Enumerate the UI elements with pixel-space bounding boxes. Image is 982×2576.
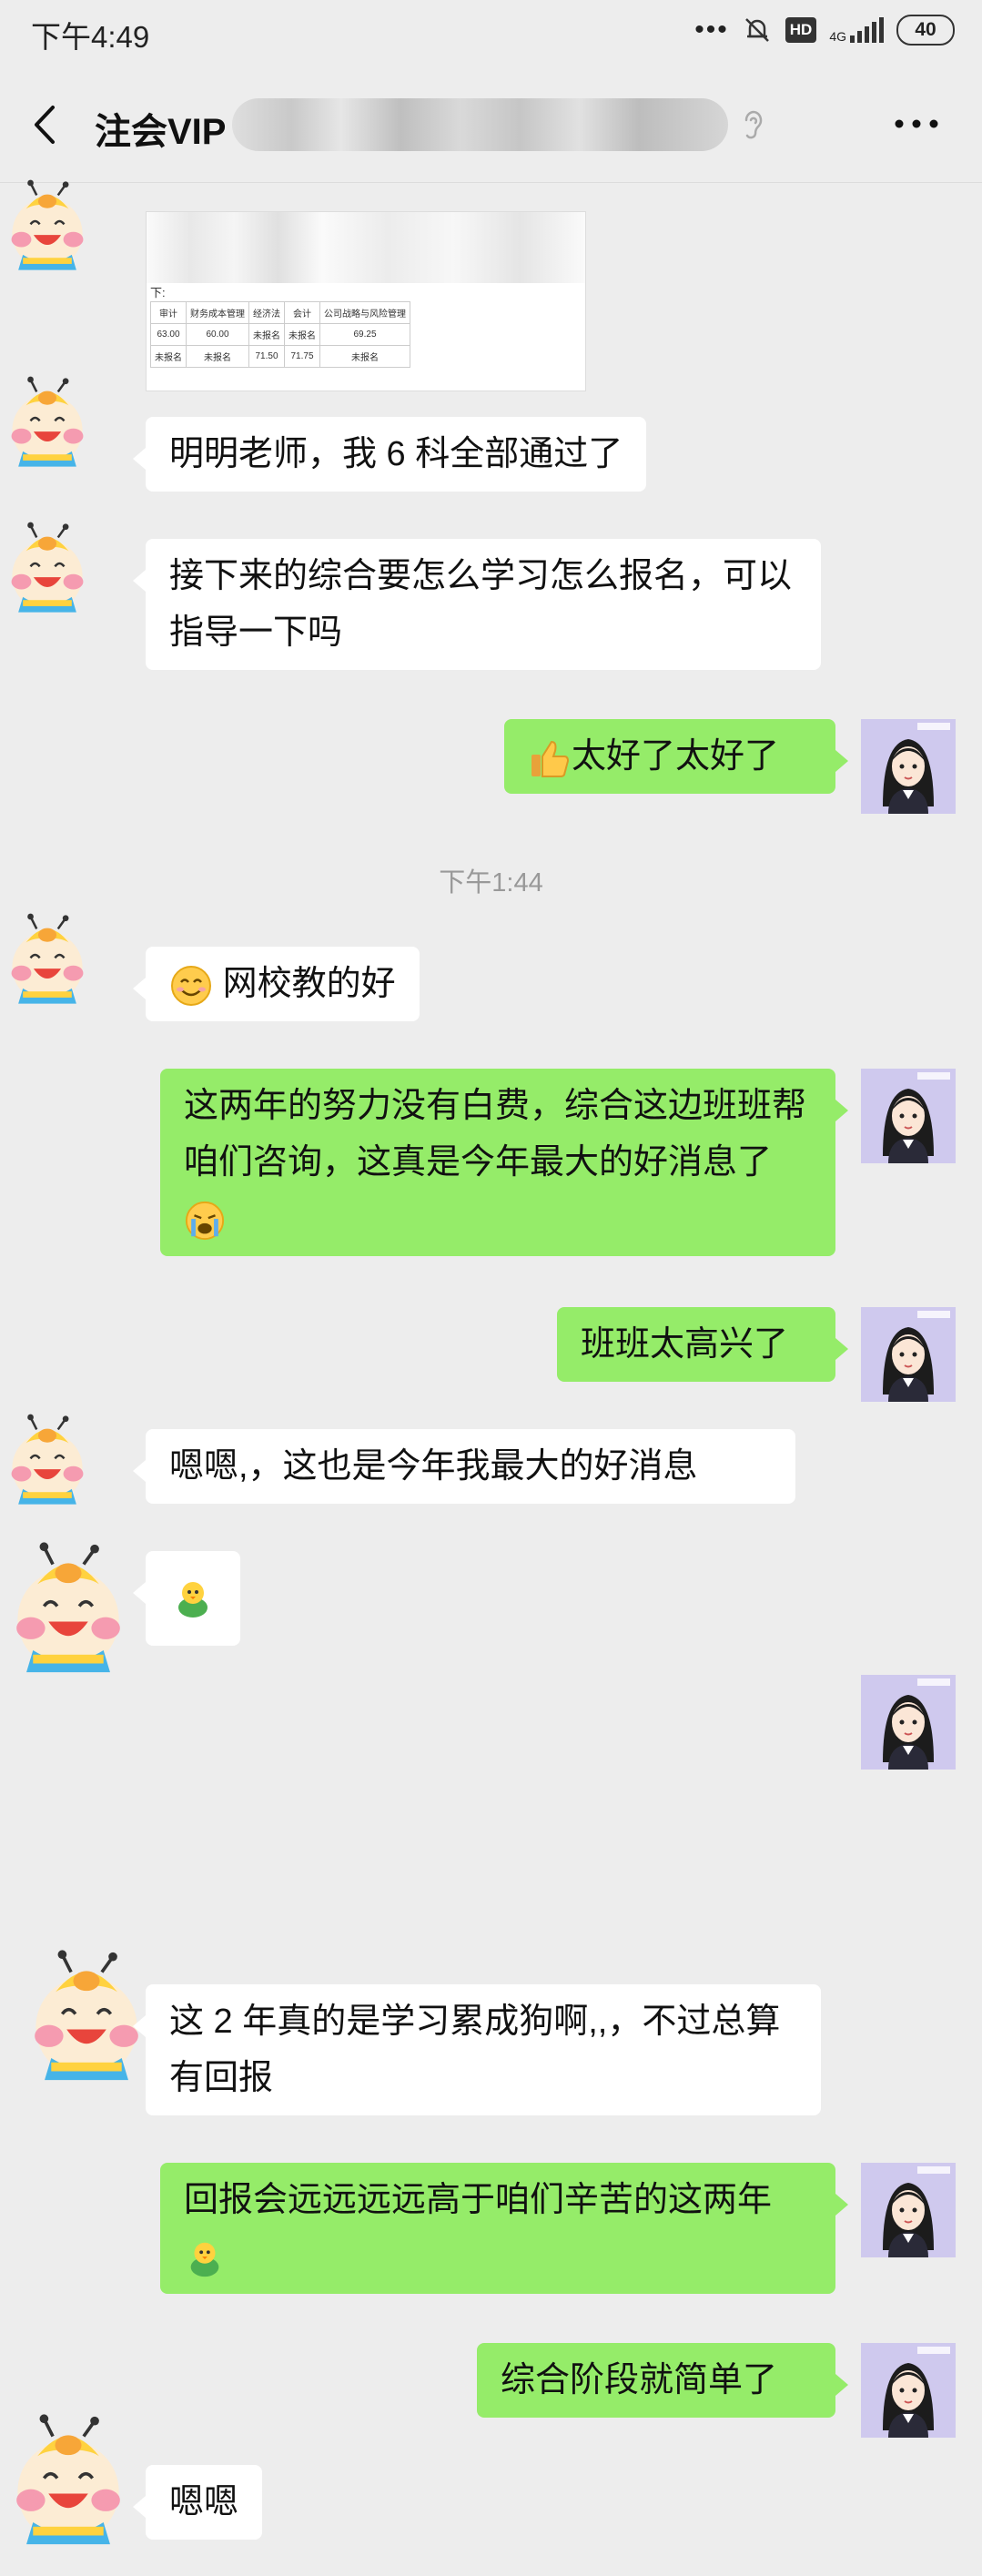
my-avatar[interactable]	[861, 1307, 956, 1402]
image-message-score-table[interactable]: 下: 审计 财务成本管理 经济法 会计 公司战略与风险管理 63.00 60.0…	[146, 211, 586, 391]
message-bubble-left[interactable]	[133, 1551, 240, 1646]
status-icons: ••• HD 4G 40	[694, 15, 955, 46]
table-cell: 未报名	[150, 345, 187, 368]
table-row: 未报名 未报名 71.50 71.75 未报名	[150, 345, 410, 368]
message-text: 太好了太好了	[572, 737, 780, 776]
battery-level: 40	[915, 19, 936, 40]
table-row: 63.00 60.00 未报名 未报名 69.25	[150, 323, 410, 346]
message-bubble-left[interactable]: 嗯嗯	[132, 2465, 263, 2540]
message-text: 综合阶段就简单了	[501, 2361, 778, 2399]
message-text: 嗯嗯,，这也是今年我最大的好消息	[169, 1447, 698, 1486]
timestamp: 下午1:44	[439, 868, 543, 898]
redacted-image-area	[147, 212, 585, 283]
chick-emoji	[178, 1582, 208, 1618]
message-text: 网校教的好	[222, 965, 396, 1003]
message-text: 回报会远远远远高于咱们辛苦的这两年	[184, 2181, 773, 2219]
crying-emoji	[185, 1201, 225, 1241]
score-table: 审计 财务成本管理 经济法 会计 公司战略与风险管理 63.00 60.00 未…	[150, 301, 410, 368]
hug-sticker[interactable]	[584, 1716, 803, 1916]
contact-avatar[interactable]	[0, 521, 95, 615]
message-bubble-right[interactable]: 班班太高兴了	[557, 1307, 848, 1382]
hd-badge: HD	[785, 17, 817, 43]
message-bubble-right[interactable]: 这两年的努力没有白费，综合这边班班帮咱们咨询，这真是今年最大的好消息了	[160, 1069, 848, 1256]
my-avatar[interactable]	[861, 2163, 956, 2257]
ear-icon	[744, 110, 763, 139]
message-bubble-left[interactable]: 明明老师，我 6 科全部通过了	[132, 417, 647, 492]
thumbs-up-emoji	[531, 740, 570, 777]
table-cell: 未报名	[248, 323, 285, 346]
message-text: 这两年的努力没有白费，综合这边班班帮咱们咨询，这真是今年最大的好消息了	[184, 1087, 807, 1182]
chick-emoji	[190, 2242, 219, 2277]
table-cell: 未报名	[319, 345, 410, 368]
smile-emoji	[171, 965, 211, 1006]
contact-avatar[interactable]	[0, 1413, 95, 1507]
contact-avatar[interactable]	[0, 375, 95, 470]
table-header: 审计	[150, 301, 187, 324]
status-bar: 下午4:49 ••• HD 4G 40	[0, 0, 982, 67]
status-time: 下午4:49	[31, 20, 150, 54]
table-cell: 未报名	[186, 345, 249, 368]
my-avatar[interactable]	[861, 1675, 956, 1770]
table-header: 财务成本管理	[186, 301, 249, 324]
score-label: 下:	[150, 286, 166, 299]
my-avatar[interactable]	[861, 2343, 956, 2438]
notification-dots-icon: •••	[694, 15, 729, 45]
contact-avatar[interactable]	[0, 2412, 137, 2549]
message-bubble-right[interactable]: 太好了太好了	[504, 719, 848, 794]
message-bubble-left[interactable]: 接下来的综合要怎么学习怎么报名，可以指导一下吗	[133, 539, 821, 670]
table-cell: 未报名	[284, 323, 320, 346]
message-bubble-right[interactable]: 回报会远远远远高于咱们辛苦的这两年	[160, 2163, 848, 2294]
battery-icon: 40	[896, 15, 955, 46]
chat-header: 注会VIP	[0, 67, 982, 183]
message-bubble-left[interactable]: 嗯嗯,，这也是今年我最大的好消息	[133, 1429, 795, 1504]
table-cell: 71.75	[284, 345, 320, 368]
message-text: 班班太高兴了	[581, 1325, 789, 1364]
table-header-row: 审计 财务成本管理 经济法 会计 公司战略与风险管理	[150, 301, 410, 324]
contact-avatar[interactable]	[0, 178, 95, 273]
table-cell: 63.00	[150, 323, 187, 346]
contact-avatar[interactable]	[0, 912, 95, 1007]
contact-avatar[interactable]	[0, 1540, 137, 1677]
table-cell: 71.50	[248, 345, 285, 368]
message-text: 接下来的综合要怎么学习怎么报名，可以指导一下吗	[169, 557, 793, 652]
chat-title: 注会VIP	[95, 112, 227, 152]
table-header: 会计	[284, 301, 320, 324]
more-icon[interactable]	[892, 106, 941, 142]
message-bubble-left[interactable]: 这 2 年真的是学习累成狗啊,,，不过总算有回报	[133, 1984, 821, 2115]
table-cell: 69.25	[319, 323, 410, 346]
message-bubble-right[interactable]: 综合阶段就简单了	[477, 2343, 848, 2418]
network-type: 4G	[829, 29, 846, 44]
signal-icon: 4G	[829, 17, 884, 43]
back-arrow-icon[interactable]	[27, 102, 64, 147]
message-text: 这 2 年真的是学习累成狗啊,,，不过总算有回报	[169, 2003, 781, 2097]
table-header: 公司战略与风险管理	[319, 301, 410, 324]
message-bubble-left[interactable]: 网校教的好	[133, 947, 420, 1021]
message-text: 明明老师，我 6 科全部通过了	[169, 435, 623, 473]
my-avatar[interactable]	[861, 1069, 956, 1163]
message-text: 嗯嗯	[169, 2483, 239, 2521]
table-cell: 60.00	[186, 323, 249, 346]
title-redaction	[232, 98, 728, 151]
mute-bell-icon	[744, 18, 769, 42]
table-header: 经济法	[248, 301, 285, 324]
my-avatar[interactable]	[861, 719, 956, 814]
